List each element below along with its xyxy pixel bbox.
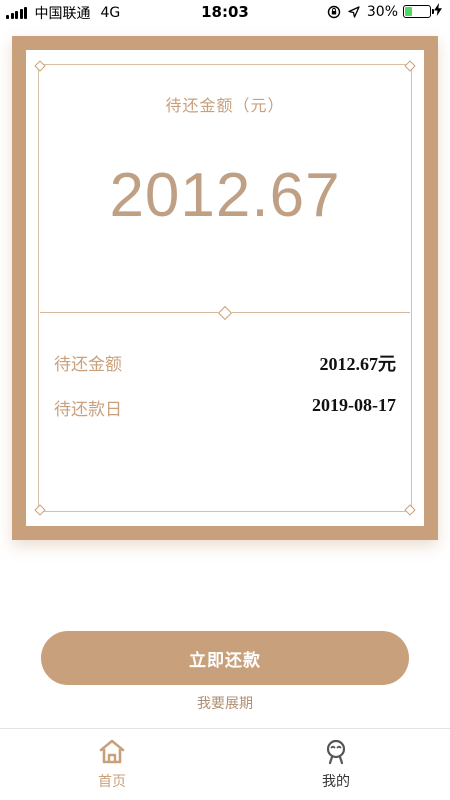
due-date-row: 待还款日 2019-08-17 [54, 395, 396, 420]
battery-fill [405, 7, 413, 16]
status-right: 30% [327, 3, 442, 20]
battery-nub [432, 9, 434, 14]
due-date-label: 待还款日 [54, 400, 122, 420]
divider [40, 305, 410, 321]
location-icon [348, 5, 360, 18]
amount-title: 待还金额（元） [165, 96, 285, 115]
amount-due-label: 待还金额 [54, 355, 122, 375]
tab-home-label: 首页 [98, 774, 126, 790]
repay-now-button[interactable]: 立即还款 [41, 631, 409, 685]
due-date-value: 2019-08-17 [312, 395, 396, 415]
card-inner [26, 50, 424, 526]
amount-due-value: 2012.67元 [319, 354, 397, 374]
amount-due-large: 2012.67 [109, 161, 341, 230]
repayment-page: 中国联通 4G 18:03 30% 待还金额（元） 2012.67 待还金额 2… [0, 0, 450, 800]
orientation-lock-icon [327, 5, 341, 19]
status-bar: 中国联通 4G 18:03 30% [0, 0, 450, 26]
home-icon [99, 739, 125, 764]
extend-link[interactable]: 我要展期 [0, 693, 450, 713]
battery-icon [403, 5, 434, 18]
card-frame [38, 64, 412, 512]
divider-line [232, 312, 410, 313]
divider-line [40, 312, 218, 313]
charging-icon [434, 3, 442, 20]
tab-mine-label: 我的 [322, 774, 350, 790]
battery-percent: 30% [366, 3, 398, 20]
tab-home[interactable]: 首页 [52, 735, 172, 797]
amount-due-row: 待还金额 2012.67元 [54, 350, 397, 375]
tab-bar: 首页 我的 [0, 728, 450, 800]
user-icon [326, 739, 346, 765]
tab-mine[interactable]: 我的 [276, 735, 396, 797]
